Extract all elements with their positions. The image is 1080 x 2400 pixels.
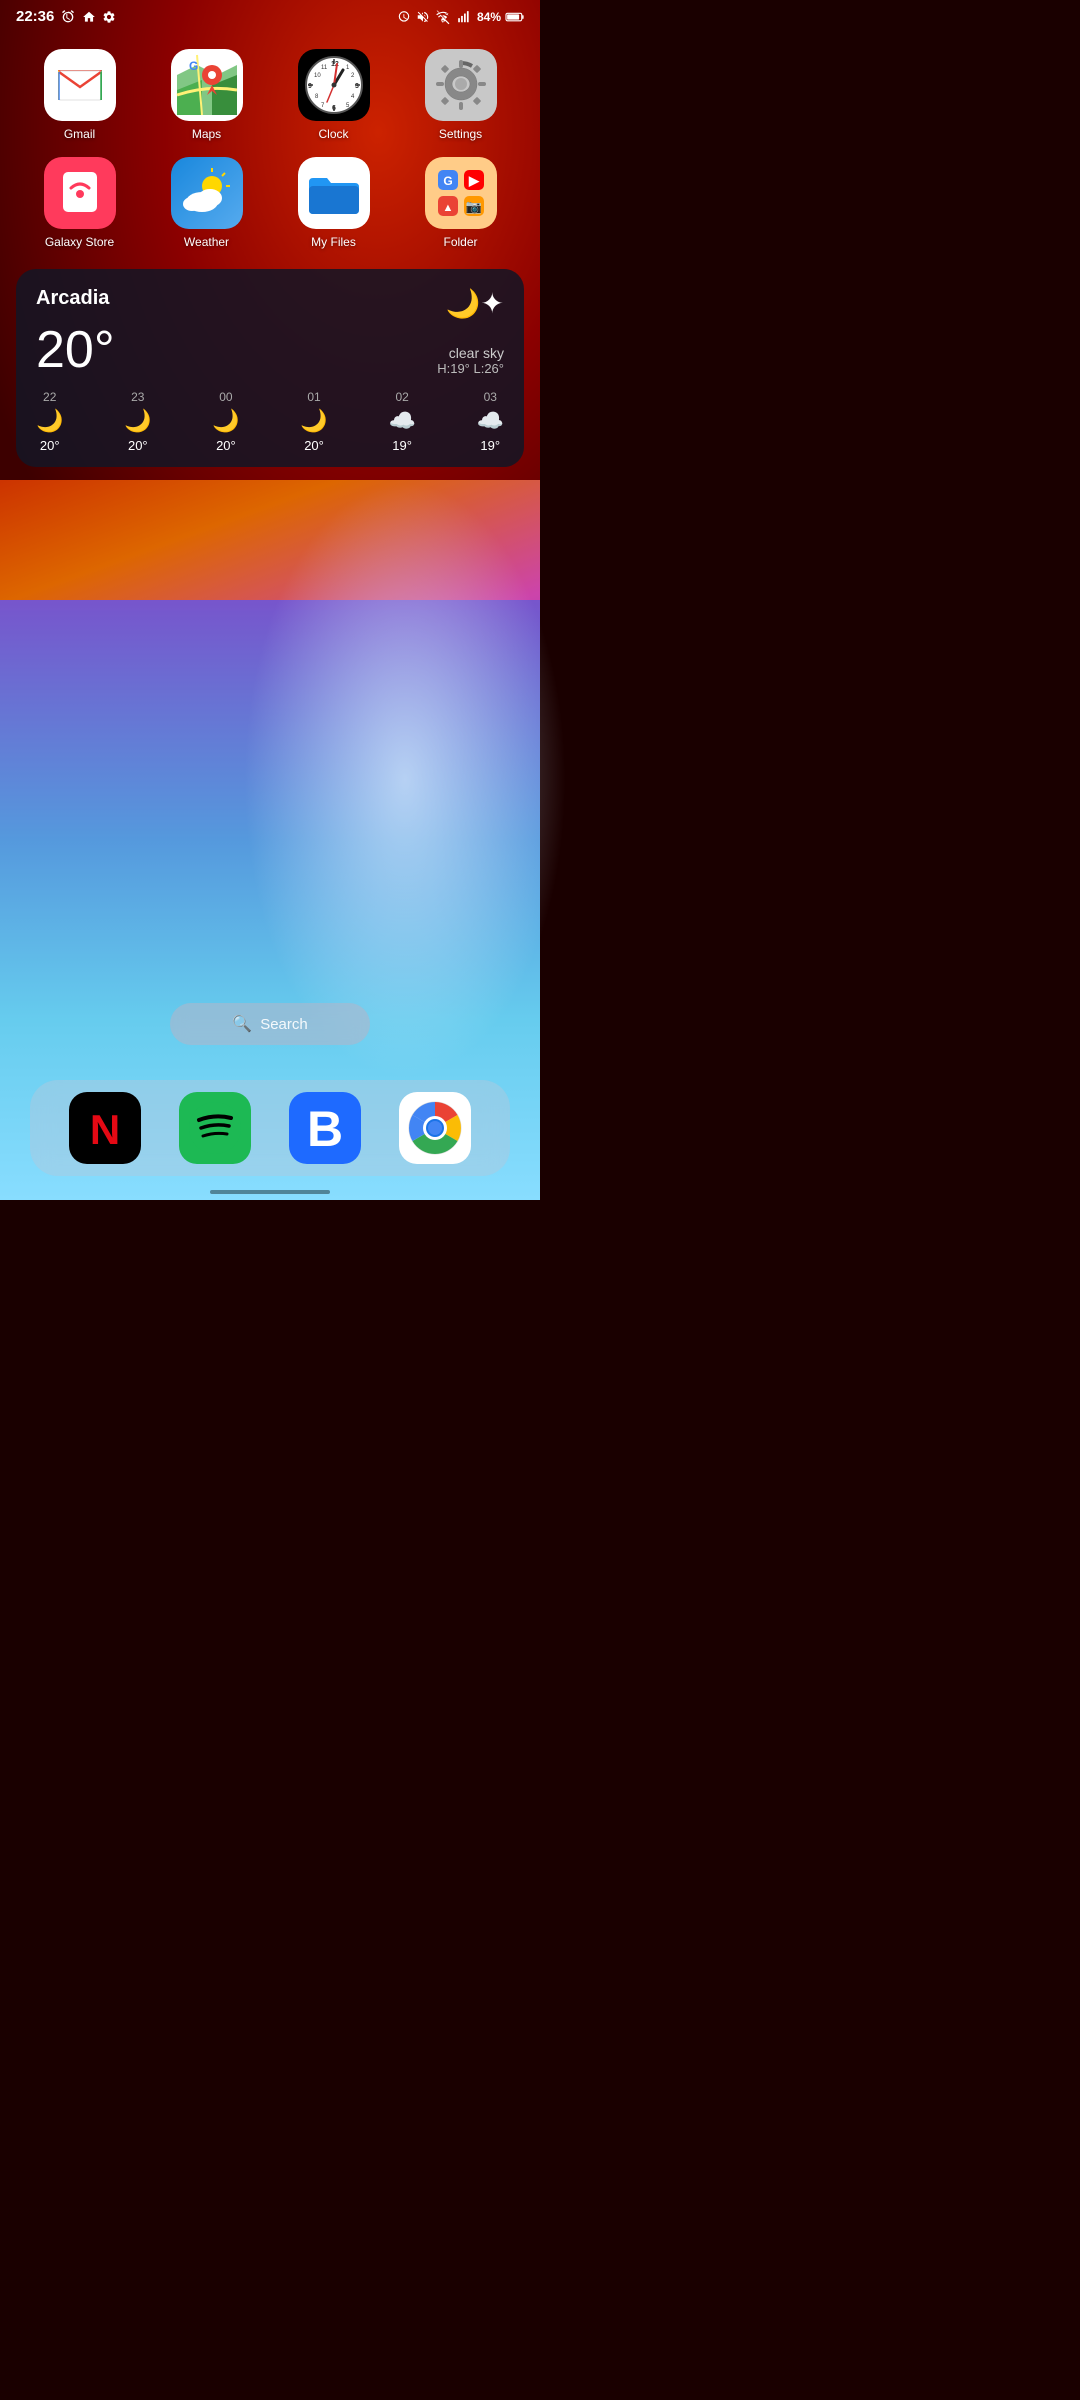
- hourly-temp: 19°: [480, 438, 500, 453]
- bixby-icon: B: [289, 1092, 361, 1164]
- hourly-item: 01 🌙 20°: [300, 390, 327, 453]
- hourly-item: 03 ☁️ 19°: [477, 390, 504, 453]
- app-folder[interactable]: G ▶ ▲ 📷 Folder: [405, 157, 516, 249]
- widget-body: 20° clear sky H:19° L:26°: [36, 324, 504, 376]
- gmail-icon: [44, 49, 116, 121]
- netflix-icon: N: [69, 1092, 141, 1164]
- status-time: 22:36: [16, 8, 54, 25]
- widget-description: clear sky H:19° L:26°: [437, 345, 504, 376]
- signal-icon: [456, 10, 472, 24]
- hourly-item: 02 ☁️ 19°: [388, 390, 415, 453]
- hourly-temp: 19°: [392, 438, 412, 453]
- gmail-label: Gmail: [64, 127, 95, 141]
- clock-label: Clock: [318, 127, 348, 141]
- app-settings[interactable]: Settings: [405, 49, 516, 141]
- svg-text:9: 9: [308, 83, 312, 90]
- app-clock[interactable]: 12 3 6 9 1 2 4 5 7 8 10 11 Clock: [278, 49, 389, 141]
- alarm-status-icon: [397, 10, 411, 24]
- hourly-item: 23 🌙 20°: [124, 390, 151, 453]
- app-my-files[interactable]: My Files: [278, 157, 389, 249]
- folder-icon: G ▶ ▲ 📷: [425, 157, 497, 229]
- hourly-time: 23: [131, 390, 144, 404]
- hourly-time: 01: [307, 390, 320, 404]
- hourly-time: 22: [43, 390, 56, 404]
- hourly-weather-icon: 🌙: [124, 408, 151, 434]
- maps-label: Maps: [192, 127, 221, 141]
- hourly-weather-icon: ☁️: [388, 408, 415, 434]
- svg-text:📷: 📷: [465, 199, 481, 214]
- battery-icon: [506, 11, 524, 23]
- hourly-weather-icon: ☁️: [477, 408, 504, 434]
- widget-city: Arcadia: [36, 287, 109, 310]
- svg-text:3: 3: [355, 83, 359, 90]
- svg-text:G: G: [189, 59, 198, 73]
- hourly-temp: 20°: [304, 438, 324, 453]
- svg-text:10: 10: [314, 73, 321, 79]
- widget-sky: clear sky: [437, 345, 504, 361]
- settings-label: Settings: [439, 127, 482, 141]
- app-grid-row1: Gmail G Maps: [0, 29, 540, 259]
- app-gmail[interactable]: Gmail: [24, 49, 135, 141]
- weather-app-icon: [171, 157, 243, 229]
- galaxy-store-label: Galaxy Store: [45, 235, 114, 249]
- weather-app-label: Weather: [184, 235, 229, 249]
- hourly-item: 00 🌙 20°: [212, 390, 239, 453]
- battery-percent: 84%: [477, 10, 501, 24]
- hourly-weather-icon: 🌙: [36, 408, 63, 434]
- my-files-icon: [298, 157, 370, 229]
- svg-text:▲: ▲: [442, 202, 453, 214]
- hourly-temp: 20°: [128, 438, 148, 453]
- hourly-weather-icon: 🌙: [300, 408, 327, 434]
- svg-text:▶: ▶: [468, 173, 480, 188]
- dock: N B: [30, 1080, 510, 1176]
- wifi-icon: [435, 10, 451, 24]
- widget-high-low: H:19° L:26°: [437, 361, 504, 376]
- galaxy-store-icon: [44, 157, 116, 229]
- clock-icon: 12 3 6 9 1 2 4 5 7 8 10 11: [298, 49, 370, 121]
- svg-text:B: B: [307, 1101, 343, 1157]
- dock-bixby[interactable]: B: [289, 1092, 361, 1164]
- status-left: 22:36: [16, 8, 116, 25]
- svg-text:6: 6: [332, 105, 336, 112]
- folder-label: Folder: [443, 235, 477, 249]
- svg-text:G: G: [443, 174, 452, 188]
- hourly-weather-icon: 🌙: [212, 408, 239, 434]
- hourly-temp: 20°: [40, 438, 60, 453]
- dock-spotify[interactable]: [179, 1092, 251, 1164]
- app-weather[interactable]: Weather: [151, 157, 262, 249]
- wallpaper-light: [243, 480, 567, 1080]
- dock-chrome[interactable]: [399, 1092, 471, 1164]
- hourly-time: 02: [395, 390, 408, 404]
- settings-icon: [425, 49, 497, 121]
- hourly-time: 03: [484, 390, 497, 404]
- chrome-icon: [399, 1092, 471, 1164]
- dock-netflix[interactable]: N: [69, 1092, 141, 1164]
- search-icon: 🔍: [232, 1014, 252, 1034]
- spotify-icon: [179, 1092, 251, 1164]
- widget-temperature: 20°: [36, 324, 115, 376]
- widget-hourly: 22 🌙 20° 23 🌙 20° 00 🌙 20° 01 🌙 20° 02 ☁…: [36, 390, 504, 453]
- hourly-temp: 20°: [216, 438, 236, 453]
- hourly-time: 00: [219, 390, 232, 404]
- search-label: Search: [260, 1016, 308, 1033]
- alarm-icon: [60, 9, 76, 25]
- mute-icon: [416, 10, 430, 24]
- status-bar: 22:36 84%: [0, 0, 540, 29]
- status-right: 84%: [397, 10, 524, 24]
- search-bar[interactable]: 🔍 Search: [170, 1003, 370, 1045]
- nav-indicator: [210, 1190, 330, 1194]
- maps-icon: G: [171, 49, 243, 121]
- hourly-item: 22 🌙 20°: [36, 390, 63, 453]
- weather-widget[interactable]: Arcadia 🌙✦ 20° clear sky H:19° L:26° 22 …: [16, 269, 524, 467]
- app-maps[interactable]: G Maps: [151, 49, 262, 141]
- quick-settings-icon: [102, 10, 116, 24]
- my-files-label: My Files: [311, 235, 356, 249]
- home-icon: [82, 10, 96, 24]
- moon-icon: 🌙✦: [446, 287, 504, 320]
- svg-text:11: 11: [321, 65, 328, 71]
- app-galaxy-store[interactable]: Galaxy Store: [24, 157, 135, 249]
- widget-header: Arcadia 🌙✦: [36, 287, 504, 320]
- svg-text:N: N: [90, 1106, 120, 1153]
